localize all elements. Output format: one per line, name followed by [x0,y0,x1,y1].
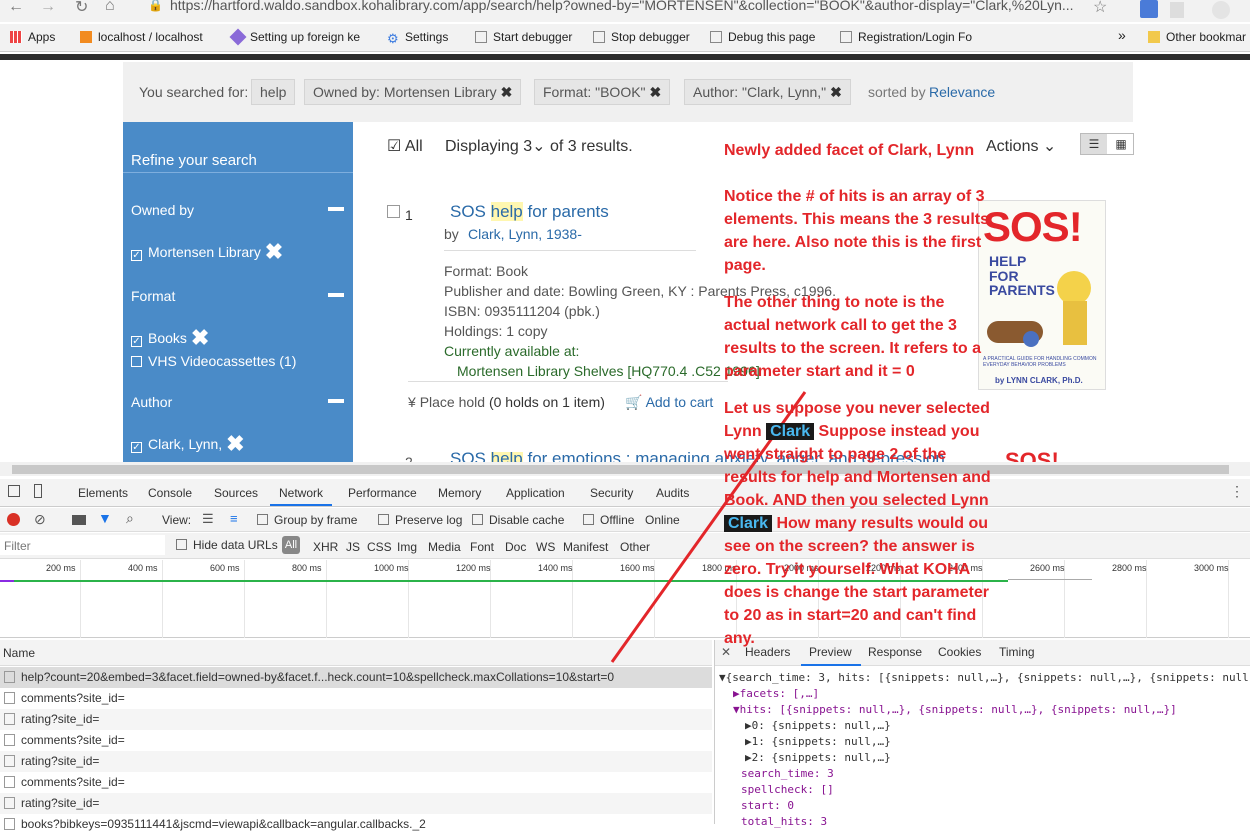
highlighted-name: Clark [724,515,773,532]
annotation-arrow [610,391,807,663]
highlighted-name: Clark [766,423,815,440]
annotation-text: Newly added facet of Clark, Lynn Notice … [724,142,991,647]
